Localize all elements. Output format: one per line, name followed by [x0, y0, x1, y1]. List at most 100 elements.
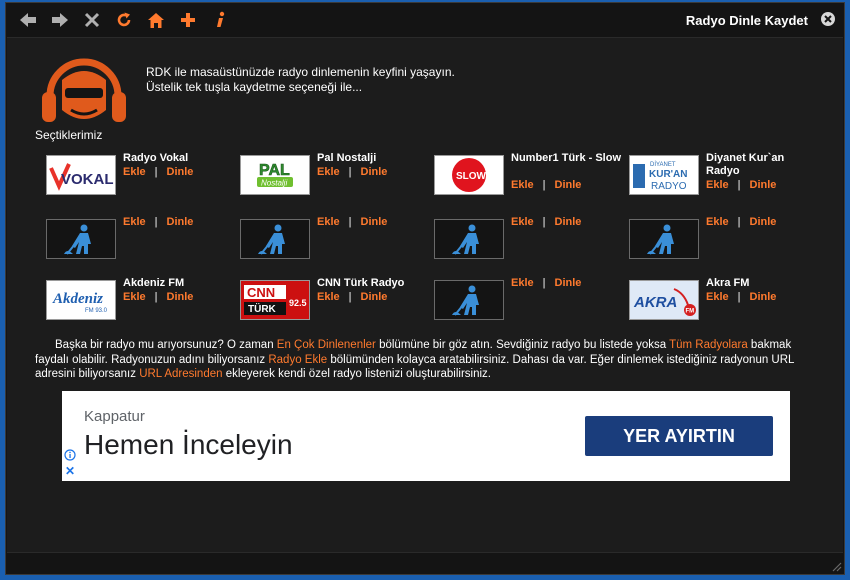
listen-station-link[interactable]: Dinle — [361, 291, 388, 303]
add-station-link[interactable]: Ekle — [123, 291, 146, 303]
resize-grip-icon[interactable] — [830, 560, 842, 572]
add-button[interactable] — [177, 9, 199, 31]
station-actions: Ekle | Dinle — [123, 291, 193, 303]
station-logo[interactable]: DİYANET KUR'AN RADYO — [629, 155, 699, 195]
add-station-link[interactable]: Ekle — [123, 216, 146, 228]
main-content: RDK ile masaüstünüzde radyo dinlemenin k… — [7, 37, 843, 553]
station-logo[interactable] — [434, 219, 504, 259]
station-actions: Ekle | Dinle — [317, 291, 387, 303]
station-logo[interactable]: PAL Nostalji — [240, 155, 310, 195]
add-station-link[interactable]: Ekle — [706, 179, 729, 191]
station-logo[interactable]: SLOW — [434, 155, 504, 195]
station-logo[interactable]: AKRA FM — [629, 280, 699, 320]
home-icon — [148, 12, 164, 28]
listen-station-link[interactable]: Dinle — [167, 216, 194, 228]
station-actions: Ekle | Dinle — [123, 166, 193, 178]
listen-station-link[interactable]: Dinle — [167, 166, 194, 178]
listen-station-link[interactable]: Dinle — [555, 216, 582, 228]
all-radios-link[interactable]: Tüm Radyolara — [669, 339, 748, 351]
listen-station-link[interactable]: Dinle — [361, 166, 388, 178]
station-logo[interactable]: CNN TÜRK 92.5 — [240, 280, 310, 320]
station-actions: Ekle | Dinle — [511, 277, 581, 289]
window-title: Radyo Dinle Kaydet — [685, 13, 808, 28]
listen-station-link[interactable]: Dinle — [750, 291, 777, 303]
separator: | — [348, 166, 352, 178]
separator: | — [737, 216, 741, 228]
station-card-empty: Ekle | Dinle — [46, 216, 236, 262]
station-card-diyanet-kuran: DİYANET KUR'AN RADYO Diyanet Kur`an Rady… — [629, 152, 819, 198]
intro-line-1: RDK ile masaüstünüzde radyo dinlemenin k… — [146, 65, 455, 79]
stop-button[interactable] — [81, 9, 103, 31]
refresh-button[interactable] — [113, 9, 135, 31]
info-button[interactable] — [209, 9, 231, 31]
separator: | — [154, 291, 158, 303]
station-logo[interactable]: Akdeniz FM 93.0 — [46, 280, 116, 320]
intro-line-2: Üstelik tek tuşla kaydetme seçeneği ile.… — [146, 80, 363, 94]
url-address-link[interactable]: URL Adresinden — [139, 368, 222, 380]
svg-text:DİYANET: DİYANET — [650, 161, 676, 168]
ad-headline[interactable]: Hemen İnceleyin — [84, 429, 293, 461]
add-station-link[interactable]: Ekle — [511, 277, 534, 289]
svg-text:Nostalji: Nostalji — [261, 179, 287, 188]
add-station-link[interactable]: Ekle — [511, 179, 534, 191]
svg-text:FM 93.0: FM 93.0 — [85, 308, 108, 314]
station-card-empty: Ekle | Dinle — [240, 216, 430, 262]
station-card-radyo-vokal: VOKAL Radyo Vokal Ekle | Dinle — [46, 152, 236, 198]
info-paragraph: Başka bir radyo mu arıyorsunuz? O zaman … — [35, 338, 815, 382]
add-radio-link[interactable]: Radyo Ekle — [268, 354, 327, 366]
station-logo[interactable] — [240, 219, 310, 259]
add-station-link[interactable]: Ekle — [123, 166, 146, 178]
listen-station-link[interactable]: Dinle — [750, 179, 777, 191]
under-construction-icon — [647, 224, 674, 255]
intro-text: RDK ile masaüstünüzde radyo dinlemenin k… — [146, 65, 455, 95]
listen-station-link[interactable]: Dinle — [750, 216, 777, 228]
station-card-akdeniz-fm: Akdeniz FM 93.0 Akdeniz FM Ekle | Dinle — [46, 277, 236, 323]
separator: | — [737, 291, 741, 303]
add-station-link[interactable]: Ekle — [511, 216, 534, 228]
arrow-right-icon — [52, 13, 68, 27]
separator: | — [348, 291, 352, 303]
close-icon — [821, 12, 835, 26]
listen-station-link[interactable]: Dinle — [167, 291, 194, 303]
cnn-turk-logo: CNN TÜRK 92.5 — [241, 281, 309, 319]
add-station-link[interactable]: Ekle — [706, 291, 729, 303]
plus-icon — [181, 13, 195, 27]
info-text: bölümüne bir göz atın. Sevdiğiniz radyo … — [375, 339, 670, 351]
ad-cta-button[interactable]: YER AYIRTIN — [585, 416, 773, 456]
radyo-vokal-logo: VOKAL — [49, 163, 114, 191]
add-station-link[interactable]: Ekle — [706, 216, 729, 228]
add-station-link[interactable]: Ekle — [317, 291, 340, 303]
forward-button[interactable] — [49, 9, 71, 31]
station-card-pal-nostalji: PAL Nostalji Pal Nostalji Ekle | Dinle — [240, 152, 430, 198]
add-station-link[interactable]: Ekle — [317, 216, 340, 228]
station-card-cnn-turk: CNN TÜRK 92.5 CNN Türk Radyo Ekle | Dinle — [240, 277, 430, 323]
ad-info-icon[interactable] — [64, 449, 76, 461]
station-logo[interactable] — [629, 219, 699, 259]
pal-nostalji-logo: PAL Nostalji — [257, 162, 293, 188]
separator: | — [348, 216, 352, 228]
separator: | — [154, 166, 158, 178]
home-button[interactable] — [145, 9, 167, 31]
back-button[interactable] — [17, 9, 39, 31]
station-logo[interactable] — [46, 219, 116, 259]
listen-station-link[interactable]: Dinle — [555, 277, 582, 289]
station-name: CNN Türk Radyo — [317, 277, 405, 289]
separator: | — [542, 277, 546, 289]
info-icon — [217, 11, 225, 27]
svg-text:Akdeniz: Akdeniz — [52, 291, 103, 307]
listen-station-link[interactable]: Dinle — [361, 216, 388, 228]
close-window-button[interactable] — [820, 11, 836, 27]
most-listened-link[interactable]: En Çok Dinlenenler — [277, 339, 376, 351]
station-actions: Ekle | Dinle — [123, 216, 193, 228]
add-station-link[interactable]: Ekle — [317, 166, 340, 178]
station-name: Radyo Vokal — [123, 152, 189, 164]
station-card-akra-fm: AKRA FM Akra FM Ekle | Dinle — [629, 277, 819, 323]
svg-text:PAL: PAL — [259, 162, 290, 179]
separator: | — [542, 216, 546, 228]
station-logo[interactable] — [434, 280, 504, 320]
toolbar: Radyo Dinle Kaydet — [6, 3, 844, 37]
ad-close-button[interactable]: ✕ — [65, 465, 75, 477]
ad-banner[interactable]: Kappatur Hemen İnceleyin YER AYIRTIN ✕ — [62, 391, 790, 481]
station-logo[interactable]: VOKAL — [46, 155, 116, 195]
listen-station-link[interactable]: Dinle — [555, 179, 582, 191]
